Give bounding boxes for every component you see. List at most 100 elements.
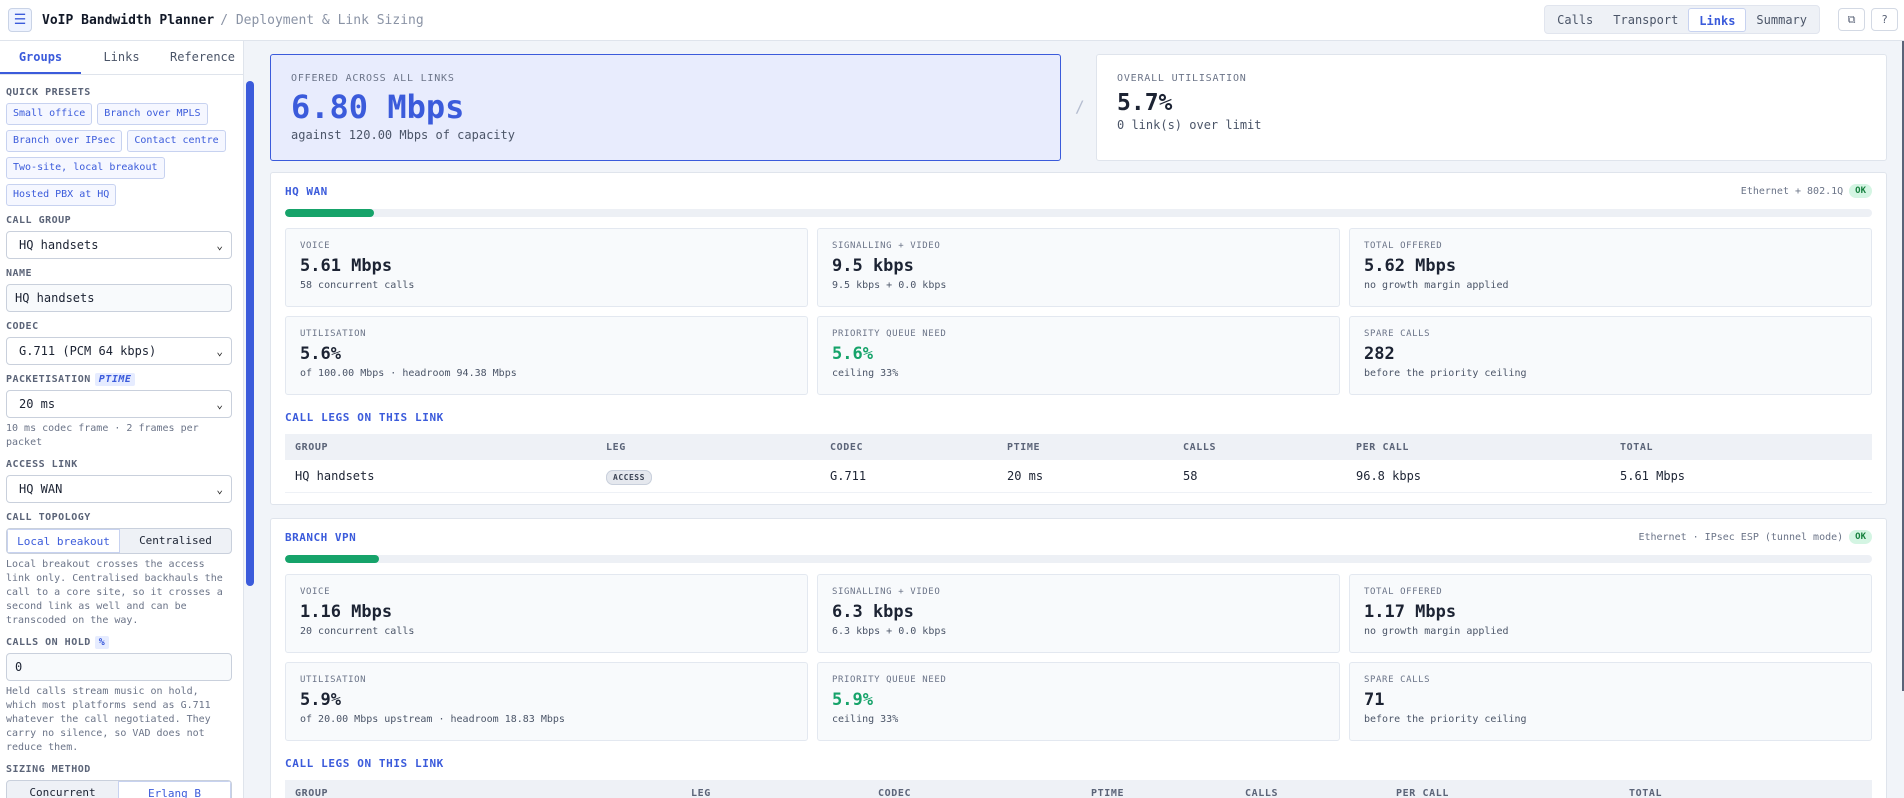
codec-select[interactable]: G.711 (PCM 64 kbps) ⌄ — [6, 337, 232, 365]
col-group: Group — [285, 780, 681, 798]
metric-value: 5.61 Mbps — [300, 256, 393, 276]
hamburger-icon[interactable]: ☰ — [8, 8, 32, 32]
link-card-hq-wan: HQ WAN Ethernet + 802.1Q OK Voice 5.61 Mb… — [270, 172, 1887, 505]
hold-hint: Held calls stream music on hold, which m… — [6, 686, 211, 753]
chevron-down-icon: ⌄ — [216, 344, 223, 358]
utilisation-bar-fill — [285, 209, 374, 217]
col-per-call: Per call — [1386, 780, 1619, 798]
preset-two-site[interactable]: Two-site, local breakout — [6, 157, 165, 179]
metric-value: 1.17 Mbps — [1364, 602, 1457, 622]
metric-label: Spare calls — [1364, 675, 1431, 685]
topology-centralised[interactable]: Centralised — [120, 529, 231, 553]
metric-sub: of 100.00 Mbps · headroom 94.38 Mbps — [300, 368, 517, 379]
metric-sub: 20 concurrent calls — [300, 626, 415, 637]
metric-label: Voice — [300, 587, 331, 597]
metric-sub: before the priority ceiling — [1364, 368, 1527, 379]
col-codec: Codec — [868, 780, 1081, 798]
summary-separator: / — [1075, 97, 1085, 116]
app-subtitle: / Deployment & Link Sizing — [220, 12, 424, 28]
utilisation-bar — [285, 209, 1872, 217]
tab-transport[interactable]: Transport — [1603, 8, 1688, 32]
metric-value: 5.6% — [300, 344, 341, 364]
metric-label: Total offered — [1364, 587, 1443, 597]
sidebar-tab-groups[interactable]: Groups — [0, 41, 81, 74]
status-badge: OK — [1849, 184, 1872, 198]
col-ptime: Ptime — [1081, 780, 1235, 798]
util-label: Overall utilisation — [1117, 73, 1247, 84]
table-header-row: Group Leg Codec Ptime Calls Per call Tot… — [285, 780, 1872, 798]
metric-label: Priority queue need — [832, 675, 947, 685]
preset-contact-centre[interactable]: Contact centre — [127, 130, 226, 152]
hold-unit-tag: % — [94, 636, 110, 649]
sidebar-tab-links[interactable]: Links — [81, 41, 162, 74]
metric-value: 5.62 Mbps — [1364, 256, 1457, 276]
cell-codec: G.711 — [820, 460, 997, 493]
topology-local-breakout[interactable]: Local breakout — [7, 529, 120, 553]
link-name: Branch VPN — [285, 530, 357, 544]
sizing-concurrent[interactable]: Concurrent — [7, 781, 118, 798]
tab-summary[interactable]: Summary — [1746, 8, 1817, 32]
metric-sub: before the priority ceiling — [1364, 714, 1527, 725]
metric-voice: Voice 5.61 Mbps 58 concurrent calls — [285, 228, 808, 307]
sidebar-scrollbar[interactable] — [246, 81, 254, 586]
metric-sub: ceiling 33% — [832, 368, 899, 379]
sidebar-tabs: Groups Links Reference — [0, 41, 243, 75]
metric-priority-queue: Priority queue need 5.6% ceiling 33% — [817, 316, 1340, 395]
hold-label-text: Calls on hold — [6, 637, 91, 648]
metric-sub: 9.5 kbps + 0.0 kbps — [832, 280, 947, 291]
hold-label: Calls on hold% — [6, 636, 232, 649]
col-group: Group — [285, 434, 596, 460]
metric-utilisation: Utilisation 5.9% of 20.00 Mbps upstream · … — [285, 662, 808, 741]
chevron-down-icon: ⌄ — [216, 482, 223, 496]
sizing-erlang-b[interactable]: Erlang B — [118, 781, 231, 798]
call-legs-title: Call legs on this link — [285, 411, 444, 424]
packetisation-select[interactable]: 20 ms ⌄ — [6, 390, 232, 418]
preset-branch-ipsec[interactable]: Branch over IPsec — [6, 130, 123, 152]
top-nav: Calls Transport Links Summary — [1544, 5, 1820, 34]
access-link-label: Access link — [6, 459, 78, 470]
metric-grid: Voice 5.61 Mbps 58 concurrent calls Signal… — [285, 228, 1872, 395]
metric-value: 5.6% — [832, 344, 873, 364]
preset-list: Small office Branch over MPLS Branch ove… — [6, 103, 232, 206]
copy-icon[interactable]: ⧉ — [1838, 8, 1865, 31]
hold-input[interactable]: 0 — [6, 653, 232, 681]
metric-value: 9.5 kbps — [832, 256, 914, 276]
offered-value: 6.80 Mbps — [291, 88, 465, 126]
call-group-value: HQ handsets — [19, 238, 99, 252]
metric-value: 1.16 Mbps — [300, 602, 393, 622]
tab-links[interactable]: Links — [1688, 8, 1747, 32]
col-leg: Leg — [681, 780, 868, 798]
top-bar: ☰ VoIP Bandwidth Planner / Deployment & … — [0, 0, 1904, 41]
metric-total-offered: Total offered 1.17 Mbps no growth margin a… — [1349, 574, 1872, 653]
preset-small-office[interactable]: Small office — [6, 103, 93, 125]
tab-calls[interactable]: Calls — [1547, 8, 1603, 32]
metric-label: Spare calls — [1364, 329, 1431, 339]
quick-presets-label: Quick presets — [6, 87, 91, 98]
link-card-header: HQ WAN Ethernet + 802.1Q OK — [285, 173, 1872, 209]
offered-sub: against 120.00 Mbps of capacity — [291, 128, 515, 142]
metric-priority-queue: Priority queue need 5.9% ceiling 33% — [817, 662, 1340, 741]
access-link-select[interactable]: HQ WAN ⌄ — [6, 475, 232, 503]
call-group-label: Call group — [6, 215, 72, 226]
metric-sub: no growth margin applied — [1364, 280, 1509, 291]
call-group-select[interactable]: HQ handsets ⌄ — [6, 231, 232, 259]
col-total: Total — [1619, 780, 1872, 798]
preset-branch-mpls[interactable]: Branch over MPLS — [97, 103, 208, 125]
offered-summary-card: Offered across all links 6.80 Mbps again… — [270, 54, 1061, 161]
cell-total: 5.61 Mbps — [1610, 460, 1872, 493]
leg-badge: ACCESS — [606, 469, 652, 485]
metric-value: 282 — [1364, 344, 1395, 364]
sizing-label: Sizing method — [6, 764, 91, 775]
col-leg: Leg — [596, 434, 820, 460]
link-encap: Ethernet + 802.1Q — [1740, 185, 1844, 197]
name-input[interactable]: HQ handsets — [6, 284, 232, 312]
link-card-header: Branch VPN Ethernet · IPsec ESP (tunnel … — [285, 519, 1872, 555]
sidebar-tab-reference[interactable]: Reference — [162, 41, 243, 74]
cell-group: HQ handsets — [285, 460, 596, 493]
utilisation-bar-fill — [285, 555, 379, 563]
link-meta: Ethernet · IPsec ESP (tunnel mode) OK — [1638, 530, 1872, 544]
metric-voice: Voice 1.16 Mbps 20 concurrent calls — [285, 574, 808, 653]
topology-toggle: Local breakout Centralised — [6, 528, 232, 554]
preset-hosted-pbx[interactable]: Hosted PBX at HQ — [6, 184, 117, 206]
help-icon[interactable]: ? — [1871, 8, 1898, 31]
